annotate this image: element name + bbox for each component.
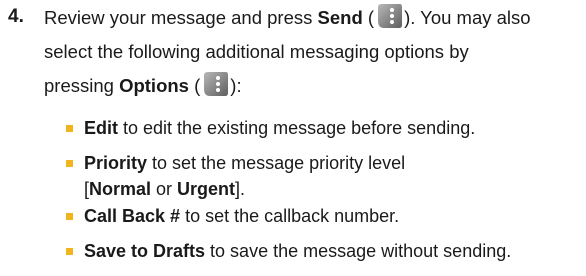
right-softkey-icon [201,71,229,97]
bullet-marker [66,213,73,220]
option-name: Call Back # [84,206,181,226]
instruction-step: 4. Review your message and press Send ()… [0,0,586,276]
step-text: ). You may also [404,7,531,28]
step-line-1: Review your message and press Send ( ). Y… [44,1,531,35]
list-item: Edit to edit the existing message before… [84,116,475,140]
priority-urgent: Urgent [177,179,236,199]
step-text: ( [188,75,201,96]
step-text: pressing [44,75,120,96]
bullet-marker [66,248,73,255]
step-text: ): [230,75,242,96]
step-text: Review your message and press [44,7,318,28]
option-name: Save to Drafts [84,241,206,261]
option-description: to edit the existing message before send… [118,118,476,138]
bullet-marker [66,160,73,167]
step-line-3: pressing Options (): [44,69,242,103]
option-description: to set the callback number. [180,206,400,226]
option-name: Priority [84,153,148,173]
list-item: Call Back # to set the callback number. [84,204,399,228]
step-text: ( [362,7,375,28]
list-item-continuation: [Normal or Urgent]. [84,177,245,201]
right-softkey-icon [375,3,403,29]
list-item: Save to Drafts to save the message witho… [84,239,511,263]
list-item: Priority to set the message priority lev… [84,151,405,175]
options-key-label: Options [119,75,189,96]
option-description: to save the message without sending. [205,241,512,261]
connector-text: or [151,179,178,199]
step-number: 4. [8,6,24,27]
step-line-2: select the following additional messagin… [44,35,469,69]
bullet-marker [66,125,73,132]
send-key-label: Send [317,7,363,28]
option-description: to set the message priority level [147,153,406,173]
bracket-text: ]. [235,179,246,199]
option-name: Edit [84,118,118,138]
step-text: select the following additional messagin… [44,41,469,62]
priority-normal: Normal [89,179,152,199]
